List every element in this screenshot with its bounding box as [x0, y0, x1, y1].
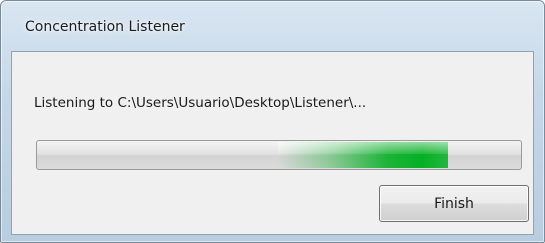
window-title: Concentration Listener	[25, 19, 185, 35]
status-text: Listening to C:\Users\Usuario\Desktop\Li…	[34, 95, 367, 111]
progress-bar	[36, 140, 522, 170]
finish-button[interactable]: Finish	[379, 185, 529, 222]
title-bar[interactable]: Concentration Listener	[1, 1, 544, 51]
progress-indicator	[278, 142, 449, 168]
dialog-window: Concentration Listener Listening to C:\U…	[0, 0, 545, 243]
dialog-content: Listening to C:\Users\Usuario\Desktop\Li…	[11, 51, 534, 235]
